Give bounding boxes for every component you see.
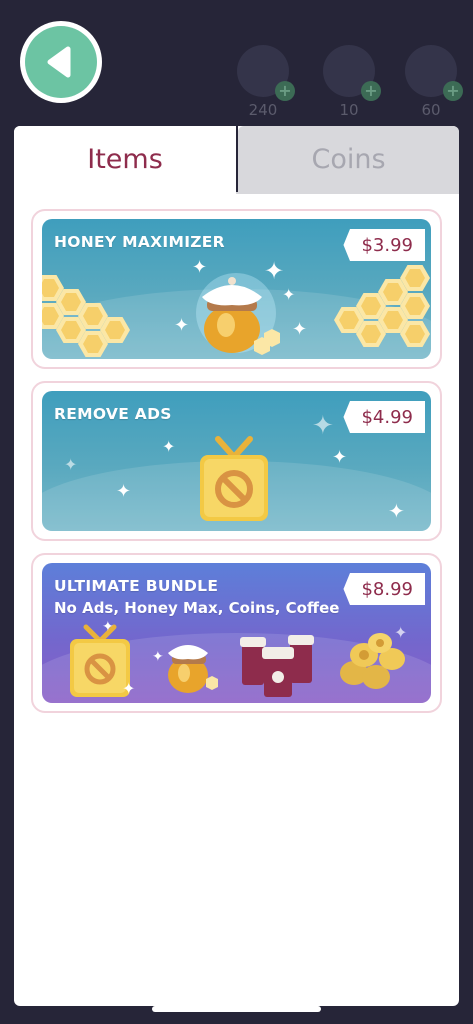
no-ads-tv-icon — [200, 436, 268, 521]
character-icon: + — [405, 45, 463, 101]
price-tag[interactable]: $4.99 — [343, 401, 425, 433]
sparkle-icon: ✦ — [122, 679, 136, 698]
product-card-remove-ads[interactable]: ✦ ✦ ✦ ✦ ✦ ✦ REMOVE ADS $4.99 — [31, 381, 442, 541]
resource-character[interactable]: + 60 — [400, 45, 463, 125]
product-card-honey-maximizer[interactable]: ✦ ✦ ✦ ✦ ✦ HONEY MAXIMIZER $3.99 — [31, 209, 442, 369]
back-arrow-icon — [25, 26, 97, 98]
sparkle-icon: ✦ — [388, 499, 405, 523]
back-button[interactable] — [20, 21, 102, 103]
sparkle-icon: ✦ — [192, 257, 208, 278]
shop-panel: Items Coins ✦ ✦ ✦ ✦ ✦ HONEY MAXIMIZER $3… — [14, 126, 459, 1006]
sparkle-icon: ✦ — [394, 623, 408, 642]
product-title: REMOVE ADS — [54, 405, 172, 423]
sparkle-icon: ✦ — [116, 481, 132, 502]
product-banner: ✦ ✦ ✦ ✦ ✦ HONEY MAXIMIZER $3.99 — [42, 219, 431, 359]
tab-underline — [236, 192, 459, 194]
tab-divider — [236, 126, 238, 194]
price-tag[interactable]: $3.99 — [343, 229, 425, 261]
product-title: HONEY MAXIMIZER — [54, 233, 225, 251]
sparkle-icon: ✦ — [102, 619, 114, 635]
resource-blueberry[interactable]: + 10 — [318, 45, 381, 125]
sparkle-icon: ✦ — [162, 437, 176, 456]
sparkle-icon: ✦ — [264, 257, 285, 285]
tab-coins[interactable]: Coins — [238, 126, 459, 192]
product-banner: ✦ ✦ ✦ ✦ ULTIMATE BUNDLE No Ads, Honey Ma… — [42, 563, 431, 703]
sparkle-icon: ✦ — [174, 315, 190, 336]
resource-count: 240 — [248, 101, 278, 119]
honeycomb-right — [334, 265, 431, 359]
product-banner: ✦ ✦ ✦ ✦ ✦ ✦ REMOVE ADS $4.99 — [42, 391, 431, 531]
sparkle-icon: ✦ — [292, 319, 308, 340]
blueberry-icon: + — [323, 45, 381, 101]
sparkle-icon: ✦ — [64, 455, 78, 474]
product-subtitle: No Ads, Honey Max, Coins, Coffee — [54, 599, 340, 617]
plus-icon[interactable]: + — [443, 81, 463, 101]
sparkle-icon: ✦ — [152, 649, 164, 665]
honeycomb-left — [42, 275, 132, 359]
product-title: ULTIMATE BUNDLE — [54, 577, 219, 595]
plus-icon[interactable]: + — [275, 81, 295, 101]
resource-pancake[interactable]: + 240 — [232, 45, 295, 125]
home-indicator[interactable] — [152, 1006, 321, 1012]
honey-jar-icon — [168, 645, 218, 693]
tab-items[interactable]: Items — [14, 126, 236, 192]
coffee-cups-icon — [240, 635, 314, 697]
sparkle-icon: ✦ — [332, 447, 348, 468]
pancake-icon: + — [237, 45, 295, 101]
resource-count: 60 — [421, 101, 441, 119]
plus-icon[interactable]: + — [361, 81, 381, 101]
sparkle-icon: ✦ — [282, 285, 296, 304]
resource-count: 10 — [339, 101, 359, 119]
product-card-ultimate-bundle[interactable]: ✦ ✦ ✦ ✦ ULTIMATE BUNDLE No Ads, Honey Ma… — [31, 553, 442, 713]
price-tag[interactable]: $8.99 — [343, 573, 425, 605]
sparkle-icon: ✦ — [312, 411, 334, 441]
